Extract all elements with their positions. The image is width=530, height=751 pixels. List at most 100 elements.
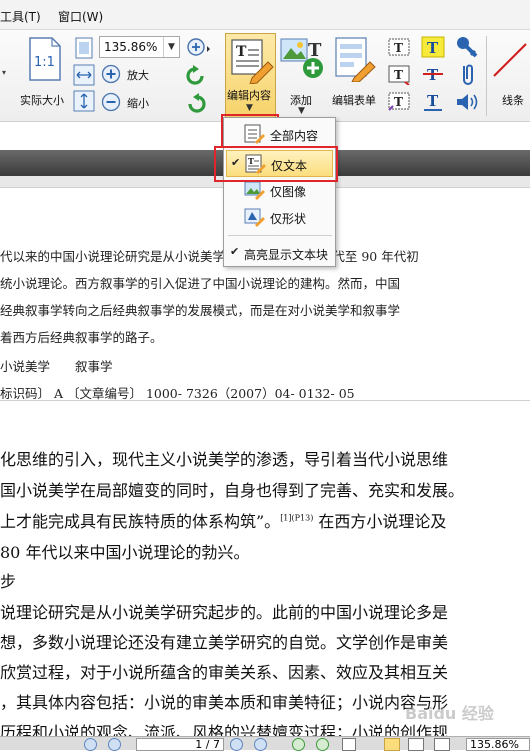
body-line-3-tail: 在西方小说理论及 [313,512,447,531]
typewriter-glyph: T [394,95,403,109]
toolbar-separator [486,36,487,116]
watermark: Baidu 经验 [405,704,494,723]
page-number-value: 1 / 7 [195,738,220,751]
forward-view-icon[interactable] [316,738,329,751]
citation-superscript: [1](P13) [280,513,314,523]
body-line-3: 上才能完成具有民族特质的体系构筑”。[1](P13) 在西方小说理论及 [0,508,446,532]
zoom-out-button[interactable]: 缩小 [101,92,161,112]
continuous-view-icon[interactable] [384,738,400,751]
callout-text-glyph: T [394,68,403,82]
menu-item-all-content-label: 全部内容 [270,129,319,143]
add-text-glyph: T [308,40,322,61]
magnifier-tool-icon[interactable] [185,36,213,60]
highlight-text-icon[interactable]: T [421,36,445,58]
add-dropdown-icon: ▼ [298,106,305,116]
menu-tools[interactable]: 工具(T) [0,8,41,25]
edit-form-button[interactable]: 编辑表单 [330,34,382,120]
body-line-1: 化思维的引入，现代主义小说美学的渗透，导引着当代小说思维 [0,450,449,469]
status-zoom-input[interactable]: 135.86% [466,738,530,751]
ribbon-toolbar: ▾ 1:1 实际大小 135.86% ▼ 放大 缩小 T 编辑内容 ▼ T 添加… [0,30,530,147]
scroll-left-icon[interactable]: ▾ [2,68,6,77]
last-page-icon[interactable] [254,738,267,751]
all-content-icon [244,124,265,144]
stamp-icon[interactable] [454,34,480,60]
edit-content-dropdown-menu: 全部内容 ✔ T 仅文本 仅图像 仅形状 ✔ 高亮显示文本块 [223,117,336,267]
edit-form-label: 编辑表单 [332,94,376,107]
strikeout-text-icon[interactable]: T [421,63,445,85]
single-page-view-icon[interactable] [342,738,356,751]
image-only-icon [244,181,265,200]
status-bar: 1 / 7 135.86% [0,736,530,751]
abstract-line-2: 统小说理论。西方叙事学的引入促进了中国小说理论的建构。然而，中国 [0,276,401,291]
rotate-right-icon[interactable] [184,92,208,116]
edit-content-button[interactable]: T 编辑内容 ▼ [225,33,276,119]
zoom-in-button[interactable]: 放大 [101,64,161,84]
actual-size-icon-text: 1:1 [34,55,55,70]
sound-icon[interactable] [454,90,480,114]
menu-item-shape-only[interactable]: 仅形状 [224,204,335,231]
body-line-4: 80 年代以来中国小说理论的勃兴。 [0,543,250,562]
fit-width-icon[interactable] [73,64,95,86]
zoom-out-icon [101,92,121,112]
menu-item-shape-only-label: 仅形状 [270,212,307,226]
abstract-line-3: 经典叙事学转向之后经典叙事学的发展模式，而是在对小说美学和叙事学 [0,303,401,318]
add-image-text-icon: T [280,38,323,78]
zoom-dropdown-arrow[interactable]: ▼ [163,37,179,57]
edit-text-icon: T [231,39,274,84]
add-button[interactable]: T 添加 ▼ [280,34,326,120]
fit-page-icon[interactable] [73,37,95,59]
underline-text-glyph: T [427,92,439,110]
prev-page-icon[interactable] [108,738,121,751]
edit-text-glyph: T [236,44,247,60]
zoom-out-label: 缩小 [127,97,149,110]
text-only-highlight-frame [214,146,338,182]
highlight-blocks-check-icon: ✔ [230,245,240,258]
underline-text-icon[interactable]: T [421,90,445,112]
edit-content-dropdown-icon: ▼ [246,103,253,113]
section-heading: 步 [0,572,17,591]
menu-bar: 工具(T) 窗口(W) [0,0,530,30]
menu-window[interactable]: 窗口(W) [58,8,103,25]
callout-text-icon[interactable]: T [387,63,411,85]
zoom-in-label: 放大 [127,69,149,82]
keywords-line: 小说美学 叙事学 [0,359,113,374]
document-page: 代以来的中国小说理论研究是从小说美学研究起步的，80 年代至 90 年代初 统小… [0,188,530,742]
shape-only-icon [244,208,265,227]
body-line-2: 国小说美学在局部嬗变的同时，自身也得到了完善、充实和发展。 [0,481,465,500]
facing-view-icon[interactable] [408,738,424,751]
menu-separator [228,235,332,236]
status-zoom-value: 135.86% [470,738,519,751]
menu-item-all-content[interactable]: 全部内容 [224,121,335,148]
zoom-value: 135.86% [104,40,158,54]
continuous-facing-view-icon[interactable] [434,738,450,751]
para-line-2: 想，多数小说理论还没有建立美学研究的自觉。文学创作是审美 [0,633,449,652]
abstract-line-4: 着西方后经典叙事学的路子。 [0,330,163,345]
identifier-line: 标识码〕 A 〔文章编号〕 1000- 7326（2007）04- 0132- … [0,386,355,401]
para-line-1: 说理论研究是从小说美学研究起步的。此前的中国小说理论多是 [0,603,449,622]
edit-content-label: 编辑内容 [227,89,271,102]
rotate-left-icon[interactable] [184,64,208,88]
attachment-icon[interactable] [456,62,478,88]
typewriter-icon[interactable]: T [387,90,411,112]
abstract-line-1: 代以来的中国小说理论研究是从小说美学研究起步的，80 年代至 90 年代初 [0,249,419,264]
actual-size-icon: 1:1 [29,37,61,81]
zoom-in-icon [101,64,121,84]
highlight-text-glyph: T [427,39,439,57]
next-page-icon[interactable] [230,738,243,751]
fit-visible-icon[interactable] [73,90,95,112]
body-line-3-text: 上才能完成具有民族特质的体系构筑”。 [0,512,281,531]
page-number-input[interactable]: 1 / 7 [136,738,224,751]
menu-item-image-only-label: 仅图像 [270,185,307,199]
text-field-glyph: T [394,41,403,55]
back-view-icon[interactable] [292,738,305,751]
text-field-icon[interactable]: T [387,36,411,58]
menu-item-highlight-text-blocks-label: 高亮显示文本块 [244,248,329,262]
actual-size-button[interactable]: 1:1 实际大小 [20,34,70,120]
menu-item-highlight-text-blocks[interactable]: ✔ 高亮显示文本块 [224,240,335,267]
para-line-4: ，其具体内容包括：小说的审美本质和审美特征；小说内容与形 [0,693,449,712]
edit-form-icon [335,37,376,82]
line-label: 线条 [502,94,524,107]
line-tool-button[interactable]: 线条 [490,34,530,120]
first-page-icon[interactable] [84,738,97,751]
para-line-3: 欣赏过程，对于小说所蕴含的审美关系、因素、效应及其相互关 [0,663,449,682]
